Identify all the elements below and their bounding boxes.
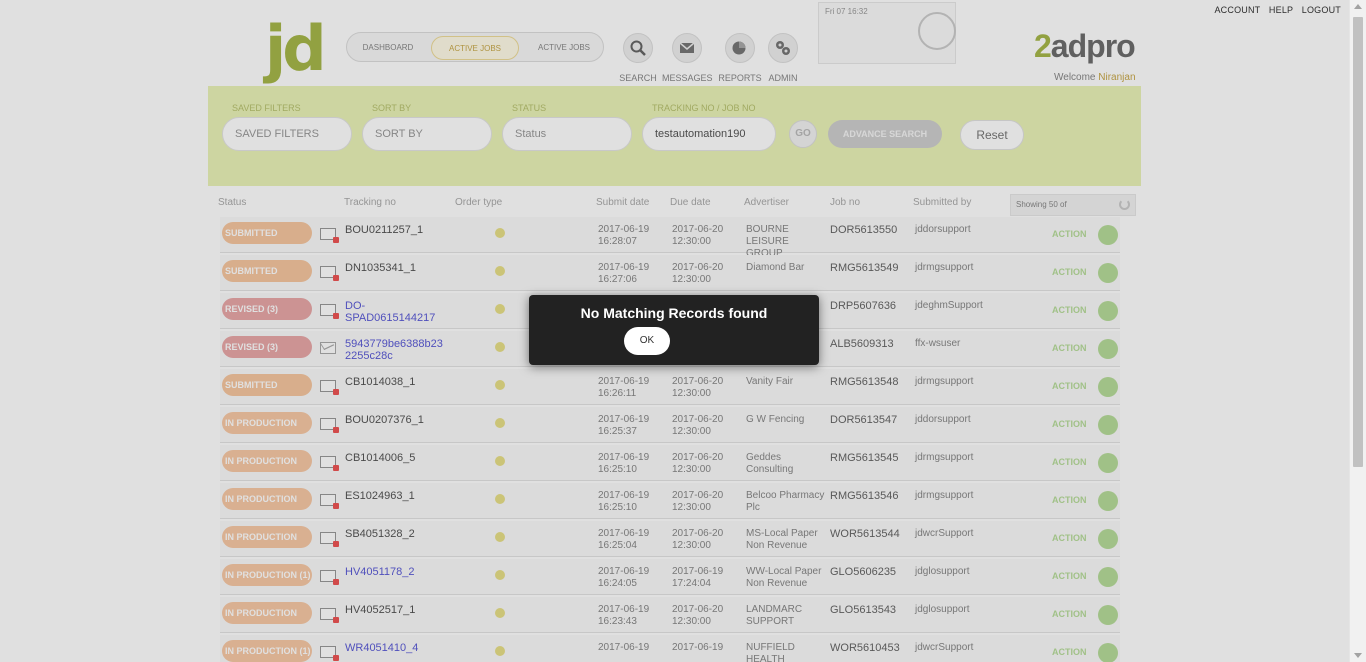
scroll-thumb[interactable] xyxy=(1353,17,1363,467)
alert-message: No Matching Records found xyxy=(580,305,768,321)
vertical-scrollbar[interactable] xyxy=(1349,0,1366,662)
alert-dialog: No Matching Records found OK xyxy=(529,295,819,365)
ok-button[interactable]: OK xyxy=(624,327,670,355)
scroll-up-arrow[interactable] xyxy=(1354,4,1362,9)
scroll-down-arrow[interactable] xyxy=(1354,653,1362,658)
page: ACCOUNT HELP LOGOUT jd DASHBOARD ACTIVE … xyxy=(0,0,1349,662)
